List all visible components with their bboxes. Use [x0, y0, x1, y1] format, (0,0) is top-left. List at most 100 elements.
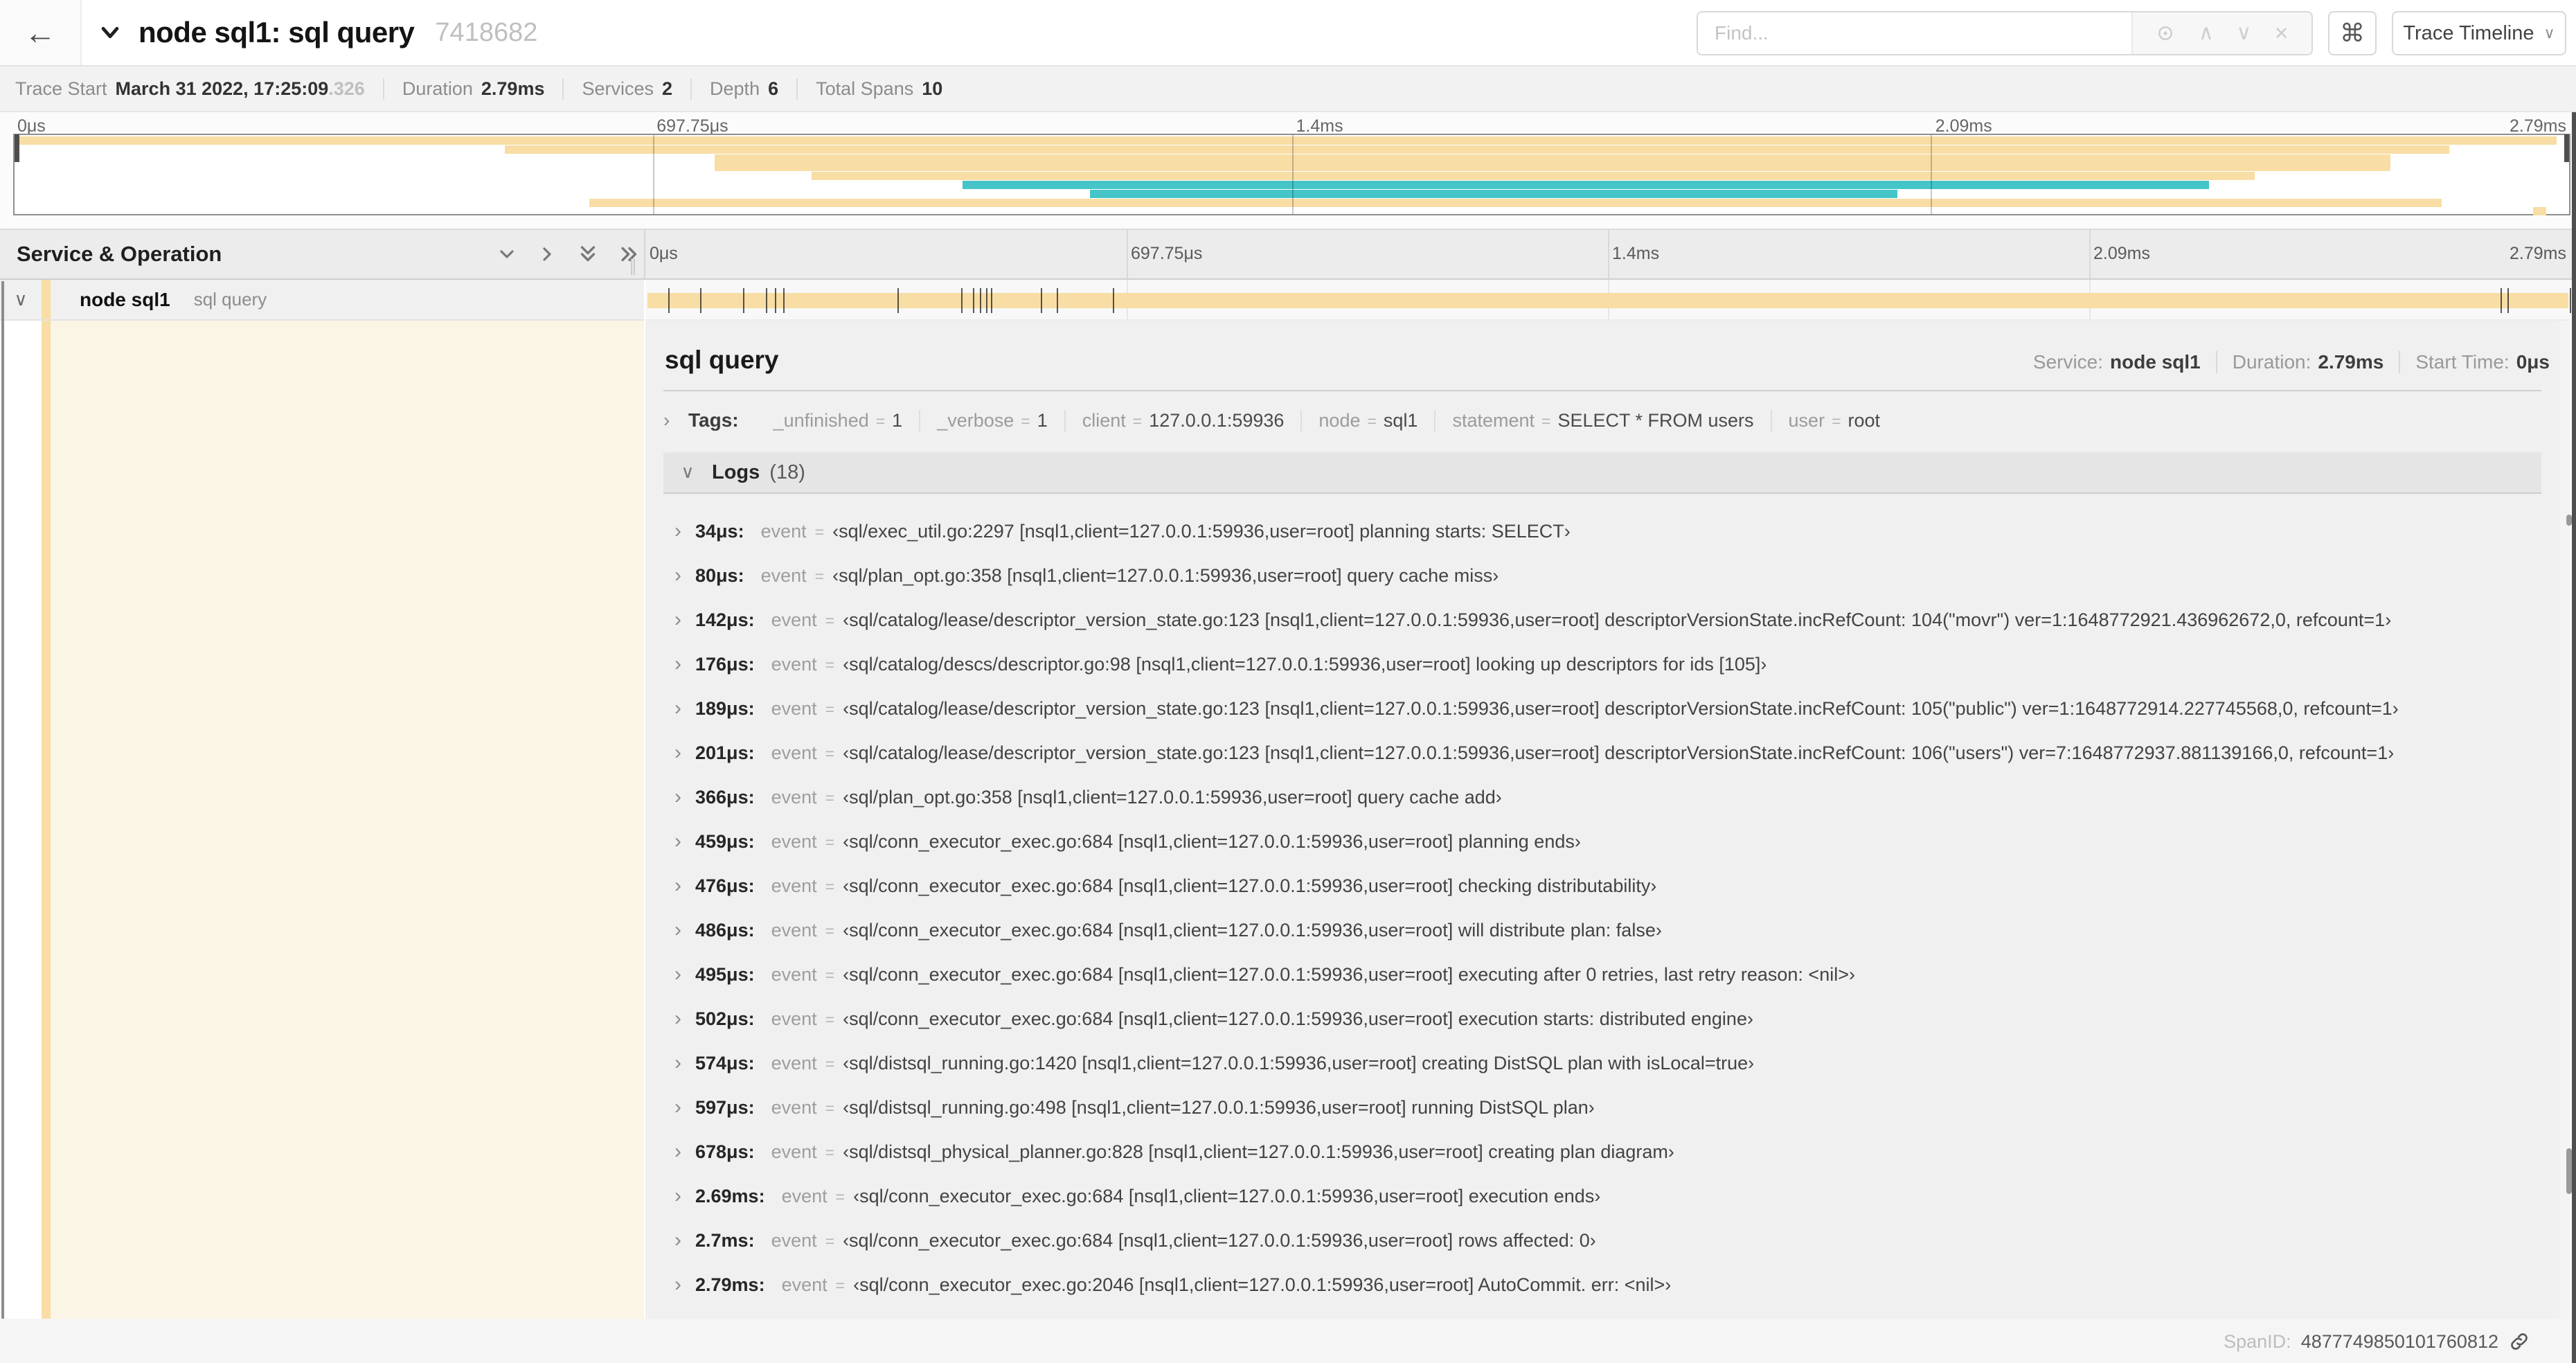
- log-field-value: ‹sql/conn_executor_exec.go:684 [nsql1,cl…: [843, 830, 1581, 852]
- overview-value: node sql1: [2110, 351, 2201, 373]
- collapse-one-icon[interactable]: [496, 243, 518, 265]
- log-row[interactable]: › 678μs event = ‹sql/distsql_physical_planne…: [663, 1130, 2541, 1174]
- equals-sign: =: [825, 611, 835, 630]
- stat-item: Depth 6: [692, 78, 798, 100]
- span-row[interactable]: ∨ node sql1 sql query: [0, 280, 2576, 321]
- log-marker-tick[interactable]: [2570, 288, 2571, 313]
- log-row[interactable]: › 2.7ms event = ‹sql/conn_executor_exec.go:6…: [663, 1218, 2541, 1263]
- logs-header[interactable]: ∨ Logs (18): [663, 452, 2541, 494]
- find-clear-icon[interactable]: ✕: [2274, 24, 2289, 42]
- log-row[interactable]: › 502μs event = ‹sql/conn_executor_exec.go:6…: [663, 997, 2541, 1041]
- equals-sign: =: [875, 411, 886, 430]
- log-field-value: ‹sql/conn_executor_exec.go:684 [nsql1,cl…: [853, 1185, 1601, 1206]
- log-field-value: ‹sql/catalog/lease/descriptor_version_st…: [843, 697, 2399, 719]
- log-marker-tick[interactable]: [775, 288, 777, 313]
- chevron-right-icon: ›: [674, 1051, 681, 1074]
- log-row[interactable]: › 486μs event = ‹sql/conn_executor_exec.go:6…: [663, 908, 2541, 952]
- span-row-timeline-cell[interactable]: [645, 280, 2571, 321]
- equals-sign: =: [825, 965, 835, 984]
- scrollbar-thumb[interactable]: [2566, 515, 2572, 526]
- expand-one-icon[interactable]: [536, 243, 558, 265]
- log-row[interactable]: › 201μs event = ‹sql/catalog/lease/descripto…: [663, 731, 2541, 775]
- tags-row[interactable]: › Tags: _unfinished = 1 _verbose = 1 client = 12…: [663, 405, 2559, 436]
- log-marker-tick[interactable]: [1040, 288, 1042, 313]
- log-row[interactable]: › 476μs event = ‹sql/conn_executor_exec.go:6…: [663, 864, 2541, 908]
- log-marker-tick[interactable]: [699, 288, 701, 313]
- scrollbar-thumb[interactable]: [2566, 1148, 2572, 1194]
- log-marker-tick[interactable]: [742, 288, 744, 313]
- tag-item: node = sql1: [1302, 409, 1436, 431]
- minimap-canvas[interactable]: [13, 134, 2570, 216]
- log-marker-tick[interactable]: [1112, 288, 1114, 313]
- log-row[interactable]: › 366μs event = ‹sql/plan_opt.go:358 [nsql1,…: [663, 775, 2541, 819]
- ruler-gridline: [1608, 230, 1609, 278]
- log-timestamp: 678μs: [695, 1141, 755, 1163]
- chevron-down-icon[interactable]: [98, 21, 122, 44]
- log-row[interactable]: › 574μs event = ‹sql/distsql_running.go:1420…: [663, 1041, 2541, 1085]
- find-input[interactable]: [1698, 12, 2131, 54]
- chevron-right-icon: ›: [674, 1096, 681, 1119]
- span-row-name-cell[interactable]: ∨ node sql1 sql query: [0, 280, 644, 321]
- log-row[interactable]: › 597μs event = ‹sql/distsql_running.go:498 …: [663, 1085, 2541, 1130]
- minimap-gridline: [1930, 135, 1932, 214]
- tree-indent-guide: [1, 281, 4, 1319]
- collapse-all-icon[interactable]: [576, 242, 600, 266]
- trace-view-selector[interactable]: Trace Timeline ∨: [2392, 11, 2566, 55]
- log-row[interactable]: › 459μs event = ‹sql/conn_executor_exec.go:6…: [663, 819, 2541, 864]
- log-marker-tick[interactable]: [897, 288, 899, 313]
- log-marker-tick[interactable]: [668, 288, 670, 313]
- chevron-down-icon[interactable]: ∨: [0, 289, 42, 310]
- log-marker-tick[interactable]: [991, 288, 993, 313]
- focus-target-icon[interactable]: [2155, 23, 2176, 44]
- log-row[interactable]: › 176μs event = ‹sql/catalog/descs/descripto…: [663, 642, 2541, 686]
- link-icon[interactable]: [2508, 1330, 2530, 1353]
- view-selector-label: Trace Timeline: [2403, 21, 2534, 44]
- equals-sign: =: [825, 655, 835, 674]
- equals-sign: =: [814, 522, 825, 541]
- log-row[interactable]: › 34μs event = ‹sql/exec_util.go:2297 [nsql1…: [663, 509, 2541, 553]
- log-marker-tick[interactable]: [783, 288, 785, 313]
- minimap-span-bar: [505, 145, 2449, 154]
- find-prev-icon[interactable]: ∧: [2199, 23, 2214, 44]
- stat-item: Duration 2.79ms: [384, 78, 564, 100]
- chevron-right-icon: ›: [674, 697, 681, 720]
- chevron-right-icon: ›: [674, 564, 681, 587]
- minimap-right-handle[interactable]: [2564, 134, 2569, 162]
- log-marker-tick[interactable]: [1056, 288, 1058, 313]
- log-marker-tick[interactable]: [2501, 288, 2503, 313]
- log-marker-tick[interactable]: [2507, 288, 2510, 313]
- span-duration-bar[interactable]: [647, 293, 2568, 308]
- ruler-tick-label: 1.4ms: [1612, 244, 1660, 263]
- log-row[interactable]: › 495μs event = ‹sql/conn_executor_exec.go:6…: [663, 952, 2541, 997]
- log-field-value: ‹sql/conn_executor_exec.go:2046 [nsql1,c…: [853, 1274, 1672, 1295]
- log-marker-tick[interactable]: [766, 288, 768, 313]
- minimap-left-handle[interactable]: [15, 134, 19, 162]
- log-row[interactable]: › 189μs event = ‹sql/catalog/lease/descripto…: [663, 686, 2541, 731]
- keyboard-shortcuts-button[interactable]: ⌘: [2328, 11, 2377, 55]
- tag-value: 1: [892, 409, 903, 431]
- column-resizer[interactable]: ∥: [629, 256, 643, 276]
- ruler-tick-label: 2.09ms: [2093, 244, 2150, 263]
- log-timestamp: 80μs: [695, 565, 744, 587]
- tag-item: user = root: [1772, 410, 1897, 431]
- minimap-gridline: [1291, 135, 1294, 214]
- tag-value: root: [1848, 409, 1881, 431]
- log-field-value: ‹sql/conn_executor_exec.go:684 [nsql1,cl…: [843, 963, 1855, 985]
- minimap-span-bar: [714, 154, 2390, 163]
- log-marker-tick[interactable]: [973, 288, 975, 313]
- tag-value: SELECT * FROM users: [1557, 409, 1754, 431]
- log-row[interactable]: › 80μs event = ‹sql/plan_opt.go:358 [nsql1,c…: [663, 553, 2541, 598]
- log-marker-tick[interactable]: [961, 288, 963, 313]
- logs-section: ∨ Logs (18) › 34μs event = ‹sql/exec_util.go…: [663, 452, 2541, 1358]
- log-marker-tick[interactable]: [986, 288, 988, 313]
- find-next-icon[interactable]: ∨: [2236, 23, 2251, 44]
- log-marker-tick[interactable]: [980, 288, 982, 313]
- back-button[interactable]: ←: [0, 0, 82, 65]
- log-row[interactable]: › 2.69ms event = ‹sql/conn_executor_exec.go:…: [663, 1174, 2541, 1218]
- log-row[interactable]: › 142μs event = ‹sql/catalog/lease/descripto…: [663, 598, 2541, 642]
- log-field-value: ‹sql/catalog/lease/descriptor_version_st…: [843, 742, 2395, 763]
- log-timestamp: 142μs: [695, 609, 755, 631]
- log-row[interactable]: › 2.79ms event = ‹sql/conn_executor_exec.go:…: [663, 1263, 2541, 1307]
- stat-value: 6: [768, 78, 779, 99]
- ruler-tick-label: 0μs: [650, 244, 678, 263]
